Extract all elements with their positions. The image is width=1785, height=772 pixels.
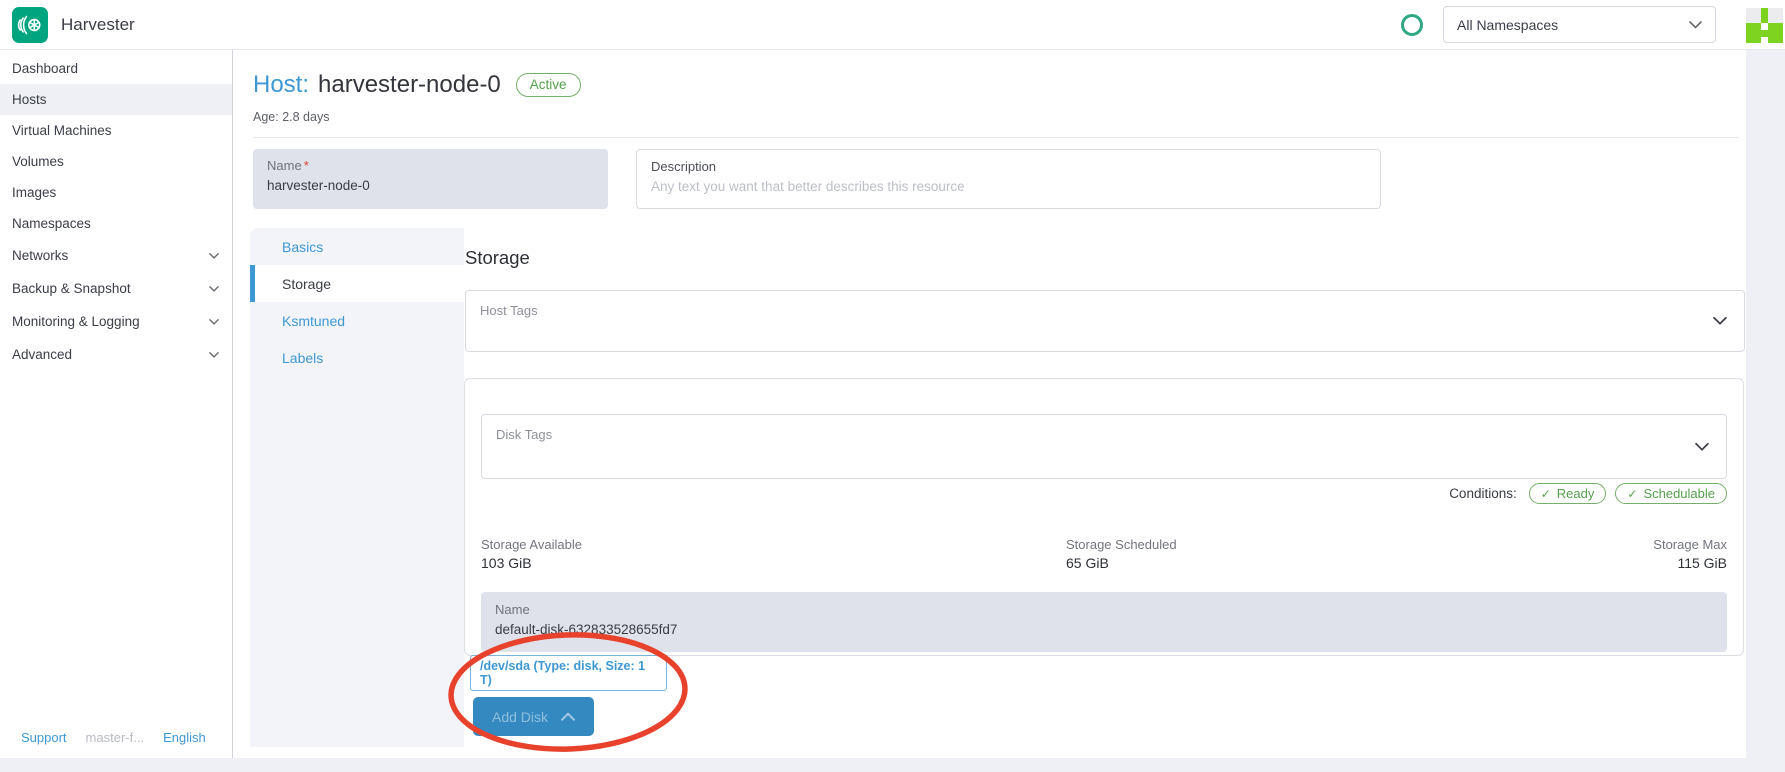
harvester-app: Harvester All Namespaces Dashboard Hosts… <box>0 0 1785 772</box>
chevron-down-icon <box>209 253 219 259</box>
page-title: Host: harvester-node-0 Active <box>253 71 581 99</box>
sidebar-item-backup-snapshot[interactable]: Backup & Snapshot <box>0 272 232 305</box>
support-link[interactable]: Support <box>21 730 67 745</box>
sidebar-item-label: Virtual Machines <box>12 123 112 138</box>
sidebar-item-label: Images <box>12 185 56 200</box>
age-value: 2.8 days <box>282 110 329 124</box>
name-field-value: harvester-node-0 <box>267 178 594 193</box>
language-link[interactable]: English <box>163 730 206 745</box>
sidebar-item-label: Namespaces <box>12 216 91 231</box>
sidebar-item-label: Volumes <box>12 154 64 169</box>
host-tags-select[interactable]: Host Tags <box>465 290 1745 352</box>
sidebar-item-dashboard[interactable]: Dashboard <box>0 53 232 84</box>
sidebar-item-label: Advanced <box>12 347 72 362</box>
stat-label: Storage Available <box>481 537 582 552</box>
stat-storage-available: Storage Available 103 GiB <box>481 537 582 571</box>
check-icon: ✓ <box>1541 487 1551 501</box>
age-label: Age: <box>253 110 279 124</box>
stat-value: 103 GiB <box>481 555 582 571</box>
stat-value: 65 GiB <box>1066 555 1177 571</box>
disk-name-label: Name <box>495 602 1713 617</box>
avatar-pixel <box>1761 23 1768 30</box>
avatar-pixel <box>1761 37 1768 43</box>
sidebar-item-label: Backup & Snapshot <box>12 281 131 296</box>
chevron-down-icon <box>209 319 219 325</box>
chevron-down-icon <box>1713 317 1727 326</box>
host-tags-label: Host Tags <box>480 303 1730 318</box>
resource-name: harvester-node-0 <box>318 71 501 99</box>
description-field-label: Description <box>651 159 1366 174</box>
chevron-down-icon <box>1695 442 1709 451</box>
sidebar-footer: Support master-f... English <box>21 730 206 745</box>
sidebar-item-images[interactable]: Images <box>0 177 232 208</box>
sidebar-item-label: Monitoring & Logging <box>12 314 140 329</box>
harvester-logo[interactable] <box>12 7 48 43</box>
resource-type-label: Host: <box>253 71 309 99</box>
cluster-ring-icon <box>1401 14 1423 36</box>
disk-tags-label: Disk Tags <box>496 427 1712 442</box>
tab-labels[interactable]: Labels <box>250 339 464 376</box>
tab-storage[interactable]: Storage <box>250 265 464 302</box>
brand-title: Harvester <box>61 0 135 49</box>
version-label: master-f... <box>86 730 145 745</box>
namespace-selector-value: All Namespaces <box>1457 17 1558 33</box>
sidebar-item-label: Dashboard <box>12 61 78 76</box>
sidebar-item-label: Networks <box>12 248 68 263</box>
description-field[interactable]: Description Any text you want that bette… <box>636 149 1381 209</box>
status-badge: Active <box>516 73 581 97</box>
namespace-selector[interactable]: All Namespaces <box>1443 6 1716 43</box>
sidebar-item-label: Hosts <box>12 92 47 107</box>
storage-heading: Storage <box>465 247 530 269</box>
stat-label: Storage Scheduled <box>1066 537 1177 552</box>
avatar-pixel <box>1746 8 1761 23</box>
tab-basics[interactable]: Basics <box>250 228 464 265</box>
disk-tags-select[interactable]: Disk Tags <box>481 414 1727 479</box>
chevron-up-icon <box>561 712 575 721</box>
sidebar-item-networks[interactable]: Networks <box>0 239 232 272</box>
required-marker: * <box>304 158 309 173</box>
add-disk-button-label: Add Disk <box>492 709 548 725</box>
sidebar-nav: Dashboard Hosts Virtual Machines Volumes… <box>0 50 233 758</box>
name-field-label: Name* <box>267 158 594 173</box>
age-text: Age: 2.8 days <box>253 110 329 124</box>
sidebar-item-namespaces[interactable]: Namespaces <box>0 208 232 239</box>
name-label-text: Name <box>267 158 302 173</box>
avatar-pixel <box>1761 8 1768 23</box>
condition-badge-schedulable: ✓ Schedulable <box>1615 483 1727 504</box>
add-disk-button[interactable]: Add Disk <box>473 697 594 736</box>
disk-name-value: default-disk-632833528655fd7 <box>495 622 1713 637</box>
check-icon: ✓ <box>1627 487 1637 501</box>
condition-label: Schedulable <box>1643 486 1715 501</box>
harvester-logo-icon <box>16 11 44 39</box>
stat-label: Storage Max <box>1653 537 1727 552</box>
sidebar-item-volumes[interactable]: Volumes <box>0 146 232 177</box>
storage-stats: Storage Available 103 GiB Storage Schedu… <box>481 537 1727 581</box>
disk-group-box: Disk Tags Conditions: ✓ Ready ✓ Schedula… <box>464 378 1744 656</box>
sidebar-item-hosts[interactable]: Hosts <box>0 84 232 115</box>
conditions-row: Conditions: ✓ Ready ✓ Schedulable <box>1449 483 1727 504</box>
description-placeholder: Any text you want that better describes … <box>651 179 1366 194</box>
condition-badge-ready: ✓ Ready <box>1529 483 1607 504</box>
name-field: Name* harvester-node-0 <box>253 149 608 209</box>
stat-storage-max: Storage Max 115 GiB <box>1653 537 1727 571</box>
tab-ksmtuned[interactable]: Ksmtuned <box>250 302 464 339</box>
top-header: Harvester All Namespaces <box>0 0 1785 50</box>
condition-label: Ready <box>1557 486 1595 501</box>
stat-storage-scheduled: Storage Scheduled 65 GiB <box>1066 537 1177 571</box>
avatar-pixel <box>1768 8 1783 23</box>
main-content: Host: harvester-node-0 Active Age: 2.8 d… <box>233 50 1746 758</box>
sidebar-item-monitoring-logging[interactable]: Monitoring & Logging <box>0 305 232 338</box>
sidebar-item-advanced[interactable]: Advanced <box>0 338 232 371</box>
chevron-down-icon <box>209 352 219 358</box>
disk-name-field: Name default-disk-632833528655fd7 <box>481 592 1727 652</box>
stat-value: 115 GiB <box>1653 555 1727 571</box>
sidebar-item-virtual-machines[interactable]: Virtual Machines <box>0 115 232 146</box>
chevron-down-icon <box>1689 21 1702 29</box>
conditions-label: Conditions: <box>1449 486 1517 501</box>
chevron-down-icon <box>209 286 219 292</box>
header-divider <box>253 137 1739 138</box>
user-avatar[interactable] <box>1746 6 1783 43</box>
add-disk-menu-option-dev-sda[interactable]: /dev/sda (Type: disk, Size: 1 T) <box>470 655 667 691</box>
form-tabs: Basics Storage Ksmtuned Labels <box>250 228 464 747</box>
